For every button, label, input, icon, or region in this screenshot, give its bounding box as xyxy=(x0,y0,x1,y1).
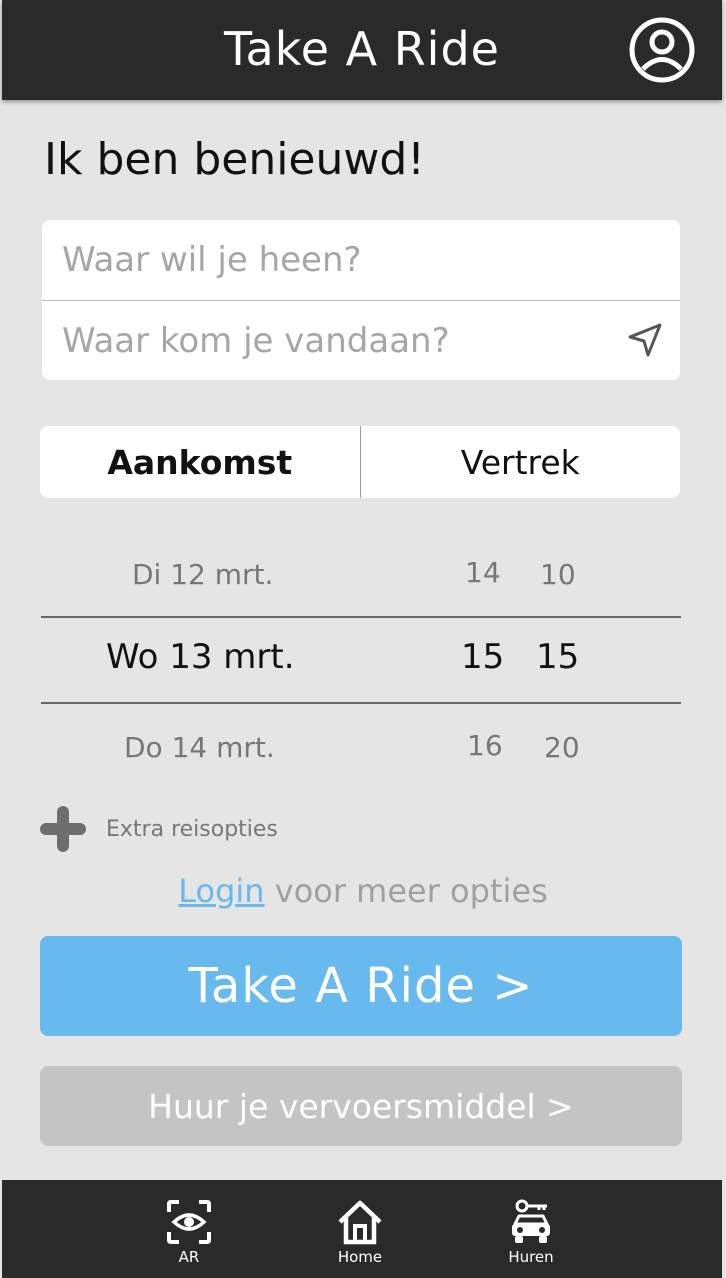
picker-minute-selected[interactable]: 15 xyxy=(536,637,579,677)
car-key-icon xyxy=(512,1199,550,1243)
origin-row xyxy=(42,300,680,380)
route-inputs xyxy=(42,220,680,380)
user-circle-icon[interactable] xyxy=(628,16,696,84)
take-a-ride-button[interactable]: Take A Ride > xyxy=(40,936,682,1036)
picker-date-selected[interactable]: Wo 13 mrt. xyxy=(106,637,295,677)
ar-eye-scan-icon xyxy=(167,1200,211,1244)
bottom-navigation: AR Home Huren xyxy=(2,1180,722,1278)
nav-item-home[interactable]: Home xyxy=(300,1198,420,1278)
picker-bottom-line xyxy=(41,702,681,704)
app-header: Take A Ride xyxy=(2,0,722,100)
picker-hour-selected[interactable]: 15 xyxy=(461,637,504,677)
extra-options-label: Extra reisopties xyxy=(106,816,278,842)
nav-label-home: Home xyxy=(337,1248,383,1266)
picker-hour-prev[interactable]: 14 xyxy=(465,556,501,589)
navigation-arrow-icon[interactable] xyxy=(626,321,664,359)
arrival-departure-toggle: Aankomst Vertrek xyxy=(40,426,680,498)
app-title: Take A Ride xyxy=(224,22,500,76)
nav-label-huren: Huren xyxy=(508,1248,554,1266)
picker-date-next[interactable]: Do 14 mrt. xyxy=(124,731,275,764)
plus-icon xyxy=(40,806,86,852)
picker-minute-next[interactable]: 20 xyxy=(544,731,580,764)
origin-input[interactable] xyxy=(42,301,680,380)
picker-minute-prev[interactable]: 10 xyxy=(540,558,576,591)
rent-vehicle-button[interactable]: Huur je vervoersmiddel > xyxy=(40,1066,682,1146)
destination-input[interactable] xyxy=(42,220,680,299)
home-icon xyxy=(338,1200,382,1245)
departure-option[interactable]: Vertrek xyxy=(361,426,681,498)
nav-label-ar: AR xyxy=(178,1248,200,1266)
login-prompt: Login voor meer opties xyxy=(0,872,726,910)
destination-row xyxy=(42,220,680,300)
picker-top-line xyxy=(41,616,681,618)
nav-item-ar[interactable]: AR xyxy=(129,1198,249,1278)
picker-date-prev[interactable]: Di 12 mrt. xyxy=(132,558,273,591)
datetime-picker[interactable]: Di 12 mrt. 14 10 Wo 13 mrt. 15 15 Do 14 … xyxy=(40,530,682,780)
login-prompt-text: voor meer opties xyxy=(264,872,548,910)
page-heading: Ik ben benieuwd! xyxy=(44,134,425,185)
nav-item-huren[interactable]: Huren xyxy=(471,1198,591,1278)
login-link[interactable]: Login xyxy=(178,872,264,910)
picker-hour-next[interactable]: 16 xyxy=(467,729,503,762)
extra-options-toggle[interactable]: Extra reisopties xyxy=(40,805,278,853)
arrival-option[interactable]: Aankomst xyxy=(40,426,360,498)
